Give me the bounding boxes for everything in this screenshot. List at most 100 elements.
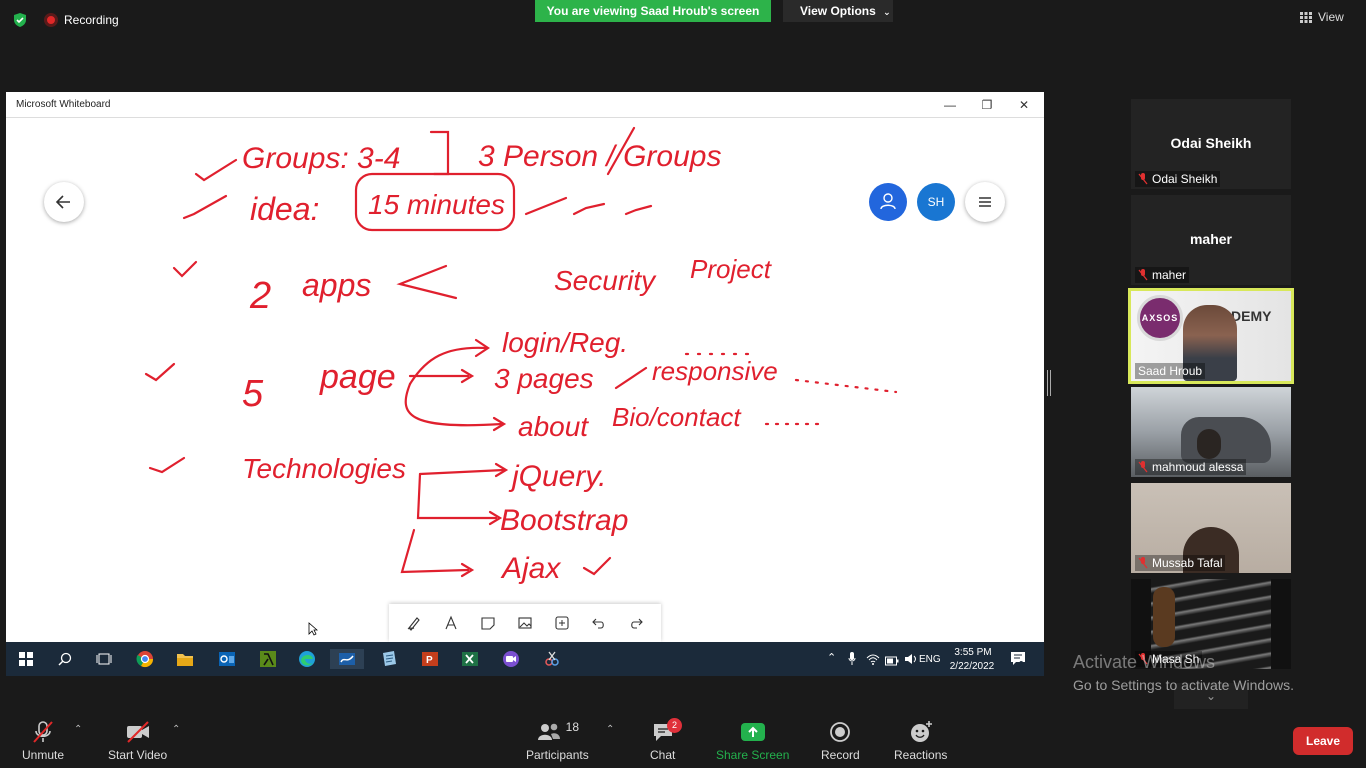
chrome-icon[interactable] bbox=[134, 649, 156, 669]
resize-handle[interactable] bbox=[1047, 370, 1051, 396]
ink-text: about bbox=[518, 411, 589, 442]
hamburger-icon bbox=[979, 197, 991, 207]
redo-icon[interactable] bbox=[624, 611, 648, 635]
task-view-icon[interactable] bbox=[93, 649, 115, 669]
leave-button[interactable]: Leave bbox=[1293, 727, 1353, 755]
mic-muted-icon bbox=[1138, 269, 1148, 281]
menu-button[interactable] bbox=[965, 182, 1005, 222]
lambda-app-icon[interactable] bbox=[257, 649, 279, 669]
participants-button[interactable]: 18 Participants bbox=[526, 720, 589, 762]
whiteboard-app-icon[interactable] bbox=[330, 649, 364, 669]
share-screen-label: Share Screen bbox=[716, 748, 790, 762]
add-icon[interactable] bbox=[550, 611, 574, 635]
microphone-tray-icon[interactable] bbox=[848, 652, 856, 670]
shield-icon[interactable] bbox=[12, 12, 28, 28]
close-icon[interactable]: ✕ bbox=[1009, 96, 1039, 114]
unmute-button[interactable]: Unmute bbox=[22, 720, 64, 762]
clock-time[interactable]: 3:55 PM bbox=[950, 647, 996, 658]
ink-text: Technologies bbox=[242, 453, 406, 484]
car-shape bbox=[1181, 417, 1271, 463]
chevron-up-icon[interactable]: ⌃ bbox=[827, 651, 836, 664]
note-icon[interactable] bbox=[476, 611, 500, 635]
unmute-label: Unmute bbox=[22, 748, 65, 762]
zoom-app-icon[interactable] bbox=[500, 649, 522, 669]
user-avatar[interactable]: SH bbox=[917, 183, 955, 221]
recording-label[interactable]: Recording bbox=[64, 13, 119, 27]
search-icon[interactable] bbox=[54, 649, 76, 669]
mouse-cursor-icon bbox=[308, 622, 318, 636]
outlook-icon[interactable] bbox=[216, 649, 238, 669]
svg-text:P: P bbox=[426, 655, 433, 666]
participants-icon bbox=[537, 723, 560, 740]
snipping-tool-icon[interactable] bbox=[541, 649, 563, 669]
microphone-muted-icon bbox=[33, 721, 53, 743]
ink-text: idea: bbox=[250, 191, 319, 227]
image-icon[interactable] bbox=[513, 611, 537, 635]
ink-text: 15 minutes bbox=[368, 189, 505, 220]
edge-icon[interactable] bbox=[296, 649, 318, 669]
notification-icon[interactable] bbox=[1010, 650, 1026, 671]
battery-icon[interactable] bbox=[885, 653, 899, 671]
view-options-label: View Options bbox=[800, 4, 876, 18]
whiteboard-canvas[interactable]: Groups: 3-4 3 Person / Groups idea: 15 m… bbox=[6, 118, 1044, 642]
ink-text: 5 bbox=[242, 373, 264, 415]
undo-icon[interactable] bbox=[587, 611, 611, 635]
window-titlebar: Microsoft Whiteboard — ❐ ✕ bbox=[6, 92, 1044, 118]
text-icon[interactable] bbox=[439, 611, 463, 635]
participant-label: Odai Sheikh bbox=[1135, 171, 1221, 187]
window-title: Microsoft Whiteboard bbox=[16, 99, 111, 110]
ink-text: jQuery. bbox=[508, 460, 606, 493]
smiley-icon bbox=[910, 721, 932, 742]
ink-text: responsive bbox=[652, 356, 778, 386]
excel-icon[interactable] bbox=[459, 649, 481, 669]
mic-muted-icon bbox=[1138, 557, 1148, 569]
shared-screen: Microsoft Whiteboard — ❐ ✕ Groups: 3-4 3… bbox=[6, 92, 1044, 676]
participant-tile[interactable]: mahmoud alessa bbox=[1131, 387, 1291, 477]
active-speaker-tile[interactable]: AXSOS DEMY Saad Hroub bbox=[1128, 288, 1294, 384]
record-label: Record bbox=[821, 748, 860, 762]
activate-windows-subtitle: Go to Settings to activate Windows. bbox=[1073, 677, 1294, 693]
chevron-down-icon: ⌄ bbox=[883, 7, 891, 17]
powerpoint-icon[interactable]: P bbox=[419, 649, 441, 669]
participant-tile[interactable]: Mussab Tafal bbox=[1131, 483, 1291, 573]
mic-muted-icon bbox=[1138, 173, 1148, 185]
ink-text: Project bbox=[690, 254, 773, 284]
participants-label: Participants bbox=[526, 748, 589, 762]
participant-tile[interactable]: maher maher bbox=[1131, 195, 1291, 285]
restore-icon[interactable]: ❐ bbox=[972, 96, 1002, 114]
windows-start-icon[interactable] bbox=[15, 649, 37, 669]
language-indicator[interactable]: ENG bbox=[919, 654, 941, 665]
person-silhouette bbox=[1153, 587, 1175, 647]
start-video-label: Start Video bbox=[108, 748, 168, 762]
notepad-icon[interactable] bbox=[378, 649, 400, 669]
invite-button[interactable] bbox=[869, 183, 907, 221]
file-explorer-icon[interactable] bbox=[174, 649, 196, 669]
chat-badge: 2 bbox=[667, 718, 682, 733]
ink-text: login/Reg. bbox=[502, 327, 628, 358]
wifi-icon[interactable] bbox=[866, 652, 880, 670]
minimize-icon[interactable]: — bbox=[935, 96, 965, 114]
participant-label: maher bbox=[1135, 267, 1190, 283]
participants-count: 18 bbox=[565, 720, 580, 734]
ink-text: Ajax bbox=[500, 552, 561, 585]
meeting-top-bar: Recording You are viewing Saad Hroub's s… bbox=[0, 0, 1366, 40]
ink-text: 2 bbox=[249, 275, 271, 317]
record-button[interactable]: Record bbox=[821, 720, 860, 762]
participant-tile[interactable]: Odai Sheikh Odai Sheikh bbox=[1131, 99, 1291, 189]
pen-icon[interactable] bbox=[402, 611, 426, 635]
recording-icon[interactable] bbox=[44, 13, 58, 27]
start-video-button[interactable]: Start Video bbox=[108, 720, 167, 762]
chevron-up-icon[interactable]: ⌃ bbox=[172, 724, 180, 735]
clock-date[interactable]: 2/22/2022 bbox=[946, 661, 998, 672]
back-button[interactable] bbox=[44, 182, 84, 222]
ink-text: 3 Person / Groups bbox=[478, 140, 721, 173]
person-silhouette bbox=[1197, 429, 1221, 459]
view-button[interactable]: View bbox=[1300, 10, 1344, 24]
reactions-button[interactable]: Reactions bbox=[894, 720, 947, 762]
share-screen-button[interactable]: Share Screen bbox=[716, 720, 789, 762]
mic-muted-icon bbox=[1138, 461, 1148, 473]
volume-icon[interactable] bbox=[904, 652, 918, 670]
chevron-up-icon[interactable]: ⌃ bbox=[74, 724, 82, 735]
view-options-button[interactable]: View Options ⌄ bbox=[783, 0, 893, 22]
chevron-up-icon[interactable]: ⌃ bbox=[606, 724, 614, 735]
